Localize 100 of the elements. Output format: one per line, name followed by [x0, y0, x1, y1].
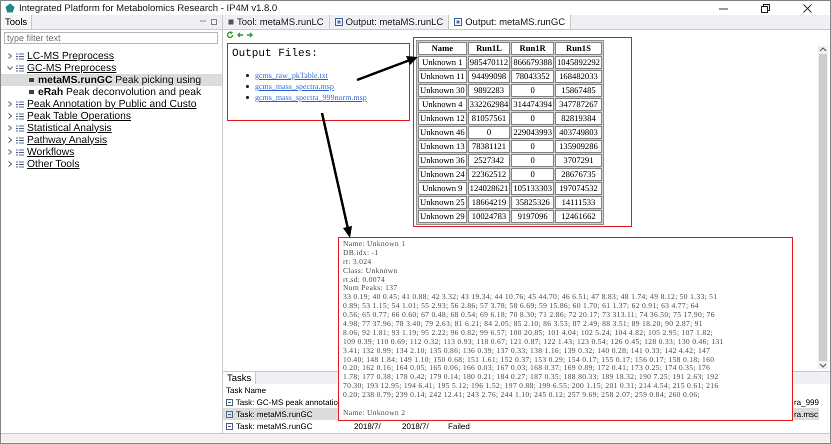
table-cell: 2527342 — [468, 154, 510, 167]
table-cell: Unknown 1 — [418, 56, 467, 69]
table-cell: 1045892292 — [554, 56, 602, 69]
chevron-right-icon[interactable] — [7, 137, 13, 143]
list-icon — [16, 124, 24, 132]
window-title: Integrated Platform for Metabolomics Research - IP4M v1.8.0 — [19, 2, 278, 14]
column-header: Run1S — [554, 42, 602, 55]
column-header: Name — [418, 42, 467, 55]
table-cell: Unknown 4 — [418, 98, 467, 111]
bullet-icon — [246, 74, 249, 77]
list-icon — [16, 148, 24, 156]
task-icon — [226, 422, 233, 430]
restore-icon[interactable] — [760, 4, 770, 12]
table-cell: 124028621 — [468, 182, 510, 195]
bullet-icon — [246, 85, 249, 88]
tool-item[interactable]: eRah Peak deconvolution and peak — [1, 86, 222, 98]
task-item[interactable]: Task: metaMS.runGC — [223, 420, 338, 432]
table-cell: 9197096 — [511, 210, 554, 223]
table-cell: Unknown 9 — [418, 182, 467, 195]
window-icon — [454, 18, 462, 26]
table-cell-text: ra_999 — [793, 396, 820, 408]
table-cell: 3707291 — [554, 154, 602, 167]
table-cell: 0 — [511, 84, 554, 97]
list-icon — [16, 52, 24, 60]
table-cell: 197074532 — [554, 182, 602, 195]
table-cell: 82819384 — [554, 112, 602, 125]
tools-tab[interactable]: Tools — [1, 15, 32, 29]
chevron-right-icon[interactable] — [7, 53, 13, 59]
window-icon — [334, 18, 343, 26]
table-cell: 0 — [511, 140, 554, 153]
arrow — [356, 56, 418, 82]
file-link[interactable]: gcms_mass_spectra.msp — [255, 81, 334, 92]
task-icon — [226, 398, 233, 406]
chevron-right-icon[interactable] — [7, 101, 13, 107]
table-cell: 28676735 — [554, 168, 602, 181]
square-icon — [228, 19, 234, 25]
forward-arrow-icon[interactable] — [246, 31, 254, 39]
chevron-right-icon[interactable] — [7, 113, 13, 119]
tool-item[interactable]: metaMS.runGC Peak picking using — [1, 74, 222, 86]
table-cell-text: 2018/7/ — [353, 420, 382, 432]
table-cell: 15867485 — [554, 84, 602, 97]
table-cell: 35825326 — [511, 196, 554, 209]
table-cell: 314474394 — [511, 98, 554, 111]
chevron-right-icon[interactable] — [7, 149, 13, 155]
list-icon — [16, 136, 24, 144]
tasks-tab[interactable]: Tasks — [223, 372, 256, 384]
filter-field[interactable]: type filter text — [4, 32, 218, 44]
chevron-down-icon[interactable] — [7, 65, 13, 71]
file-link[interactable]: gcms_raw_pkTable.txt — [255, 70, 328, 81]
table-cell: Unknown 46 — [418, 126, 467, 139]
table-cell: Unknown 11 — [418, 70, 467, 83]
table-cell: 332262984 — [468, 98, 510, 111]
chevron-right-icon[interactable] — [7, 161, 13, 167]
table-cell: 94499098 — [468, 70, 510, 83]
chevron-right-icon[interactable] — [7, 125, 13, 131]
tree-item[interactable]: Workflows — [27, 146, 74, 158]
list-icon — [16, 100, 24, 108]
table-cell: 866679388 — [511, 56, 554, 69]
table-cell: 0 — [468, 126, 510, 139]
table-cell: ra.msc — [793, 408, 819, 420]
app-logo-icon — [5, 3, 15, 13]
table-cell: 347787267 — [554, 98, 602, 111]
editor-tab[interactable]: Output: metaMS.runLC — [330, 15, 450, 29]
bullet-icon — [246, 96, 249, 99]
table-cell: 12461662 — [554, 210, 602, 223]
task-item[interactable]: Task: GC-MS peak annotatio — [223, 396, 338, 408]
task-icon — [226, 410, 233, 418]
tree-item[interactable]: Peak Annotation by Public and Custo — [27, 98, 196, 110]
refresh-icon[interactable] — [226, 31, 234, 39]
vertical-scrollbar[interactable] — [818, 46, 828, 369]
table-cell: 9892283 — [468, 84, 510, 97]
table-cell: Unknown 29 — [418, 210, 467, 223]
tree-item[interactable]: Statistical Analysis — [27, 122, 112, 134]
output-files-heading: Output Files: — [232, 48, 319, 60]
tree-item[interactable]: Pathway Analysis — [27, 134, 108, 146]
column-header: Task Name — [225, 384, 268, 396]
file-link[interactable]: gcms_mass_spectra_999norm.msp — [255, 92, 367, 103]
back-arrow-icon[interactable] — [236, 31, 244, 39]
scroll-up-icon[interactable] — [819, 46, 827, 52]
table-cell: Unknown 13 — [418, 140, 467, 153]
tree-item[interactable]: LC-MS Preprocess — [27, 50, 114, 62]
table-cell: Unknown 30 — [418, 84, 467, 97]
close-icon[interactable] — [802, 4, 812, 12]
table-cell: 18664219 — [468, 196, 510, 209]
tree-item[interactable]: Other Tools — [27, 158, 80, 170]
table-cell-text: 2018/7/ — [401, 420, 430, 432]
task-item[interactable]: Task: metaMS.runGC — [223, 408, 338, 420]
editor-tab[interactable]: Output: metaMS.runGC — [449, 15, 572, 29]
maximize-icon[interactable] — [211, 19, 217, 25]
table-cell: 78381121 — [468, 140, 510, 153]
tree-item[interactable]: GC-MS Preprocess — [27, 62, 116, 74]
column-header: Run1R — [511, 42, 554, 55]
table-cell: 168482033 — [554, 70, 602, 83]
list-icon — [16, 64, 24, 72]
list-icon — [16, 112, 24, 120]
table-cell: 229043993 — [511, 126, 554, 139]
scroll-down-icon[interactable] — [819, 363, 827, 369]
table-cell: Unknown 24 — [418, 168, 467, 181]
table-cell-text: Failed — [447, 420, 471, 432]
tree-item[interactable]: Peak Table Operations — [27, 110, 131, 122]
